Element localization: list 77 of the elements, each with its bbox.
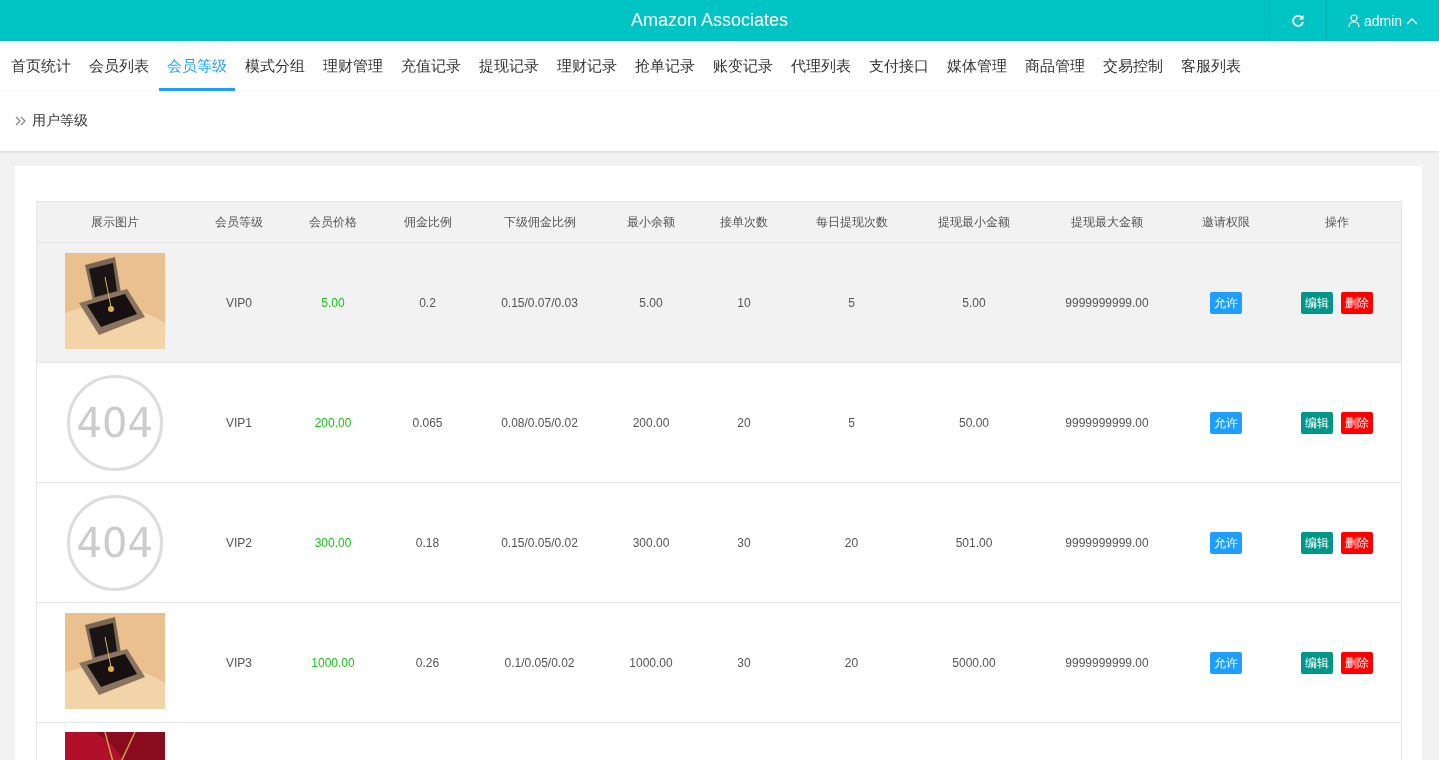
column-header: 提现最小金额 <box>912 201 1036 243</box>
commission-cell: 0.065 <box>412 415 443 430</box>
nav-tab[interactable]: 商品管理 <box>1017 41 1093 91</box>
price-cell: 1000.00 <box>311 655 355 670</box>
delete-button[interactable]: 删除 <box>1340 531 1373 554</box>
daily-withdrawals-cell: 5 <box>848 295 855 310</box>
nav-tab[interactable]: 理财记录 <box>549 41 625 91</box>
level-cell: VIP0 <box>226 295 252 310</box>
sub-commission-cell: 0.15/0.05/0.02 <box>501 535 578 550</box>
column-header: 接单次数 <box>697 201 791 243</box>
commission-cell: 0.2 <box>419 295 436 310</box>
nav-tab[interactable]: 代理列表 <box>783 41 859 91</box>
nav-tab[interactable]: 账变记录 <box>705 41 781 91</box>
edit-button[interactable]: 编辑 <box>1300 531 1333 554</box>
order-count-cell: 30 <box>737 535 751 550</box>
delete-button[interactable]: 删除 <box>1340 651 1373 674</box>
level-cell: VIP1 <box>226 415 252 430</box>
nav-tab[interactable]: 交易控制 <box>1095 41 1171 91</box>
nav-tab[interactable]: 媒体管理 <box>939 41 1015 91</box>
edit-button[interactable]: 编辑 <box>1300 411 1333 434</box>
user-icon <box>1347 14 1360 27</box>
max-withdraw-cell: 9999999999.00 <box>1065 655 1149 670</box>
column-header: 提现最大金额 <box>1035 201 1179 243</box>
min-withdraw-cell: 501.00 <box>955 535 993 550</box>
nav-tab[interactable]: 理财管理 <box>315 41 391 91</box>
nav-tab[interactable]: 模式分组 <box>237 41 313 91</box>
min-withdraw-cell: 50.00 <box>959 415 989 430</box>
column-header: 操作 <box>1272 201 1402 243</box>
min-balance-cell: 5.00 <box>639 295 663 310</box>
order-count-cell: 20 <box>737 415 751 430</box>
breadcrumb: 用户等级 <box>32 112 88 130</box>
delete-button[interactable]: 删除 <box>1340 291 1373 314</box>
nav-tab[interactable]: 首页统计 <box>3 41 79 91</box>
column-header: 会员价格 <box>285 201 381 243</box>
daily-withdrawals-cell: 20 <box>844 535 859 550</box>
order-count-cell: 10 <box>737 295 751 310</box>
sub-commission-cell: 0.08/0.05/0.02 <box>501 415 578 430</box>
daily-withdrawals-cell: 5 <box>848 415 855 430</box>
min-withdraw-cell: 5000.00 <box>952 655 996 670</box>
nav-tab[interactable]: 客服列表 <box>1173 41 1249 91</box>
min-withdraw-cell: 5.00 <box>962 295 986 310</box>
edit-button[interactable]: 编辑 <box>1300 651 1333 674</box>
level-cell: VIP3 <box>226 655 252 670</box>
nav-tab[interactable]: 支付接口 <box>861 41 937 91</box>
min-balance-cell: 1000.00 <box>629 655 673 670</box>
level-cell: VIP2 <box>226 535 252 550</box>
daily-withdrawals-cell: 20 <box>844 655 859 670</box>
sub-commission-cell: 0.15/0.07/0.03 <box>501 295 578 310</box>
max-withdraw-cell: 9999999999.00 <box>1065 535 1149 550</box>
min-balance-cell: 300.00 <box>632 535 670 550</box>
price-cell: 5.00 <box>321 295 345 310</box>
delete-button[interactable]: 删除 <box>1340 411 1373 434</box>
column-header: 最小余额 <box>604 201 698 243</box>
nav-tab[interactable]: 充值记录 <box>393 41 469 91</box>
min-balance-cell: 200.00 <box>632 415 670 430</box>
column-header: 会员等级 <box>192 201 286 243</box>
nav-tab[interactable]: 会员列表 <box>81 41 157 91</box>
refresh-icon <box>1291 13 1305 28</box>
app-title: Amazon Associates <box>629 10 790 31</box>
nav-tab[interactable]: 提现记录 <box>471 41 547 91</box>
order-count-cell: 30 <box>737 655 751 670</box>
column-header: 每日提现次数 <box>790 201 913 243</box>
sub-commission-cell: 0.1/0.05/0.02 <box>504 655 575 670</box>
column-header: 佣金比例 <box>380 201 475 243</box>
price-cell: 200.00 <box>314 415 352 430</box>
price-cell: 300.00 <box>314 535 352 550</box>
max-withdraw-cell: 9999999999.00 <box>1065 415 1149 430</box>
commission-cell: 0.26 <box>415 655 440 670</box>
column-header: 邀请权限 <box>1178 201 1273 243</box>
max-withdraw-cell: 9999999999.00 <box>1065 295 1149 310</box>
double-chevron-icon <box>15 116 27 126</box>
caret-icon <box>1406 16 1419 25</box>
column-header: 下级佣金比例 <box>474 201 605 243</box>
edit-button[interactable]: 编辑 <box>1300 291 1333 314</box>
commission-cell: 0.18 <box>415 535 440 550</box>
nav-tab[interactable]: 抢单记录 <box>627 41 703 91</box>
column-header: 展示图片 <box>36 201 193 243</box>
